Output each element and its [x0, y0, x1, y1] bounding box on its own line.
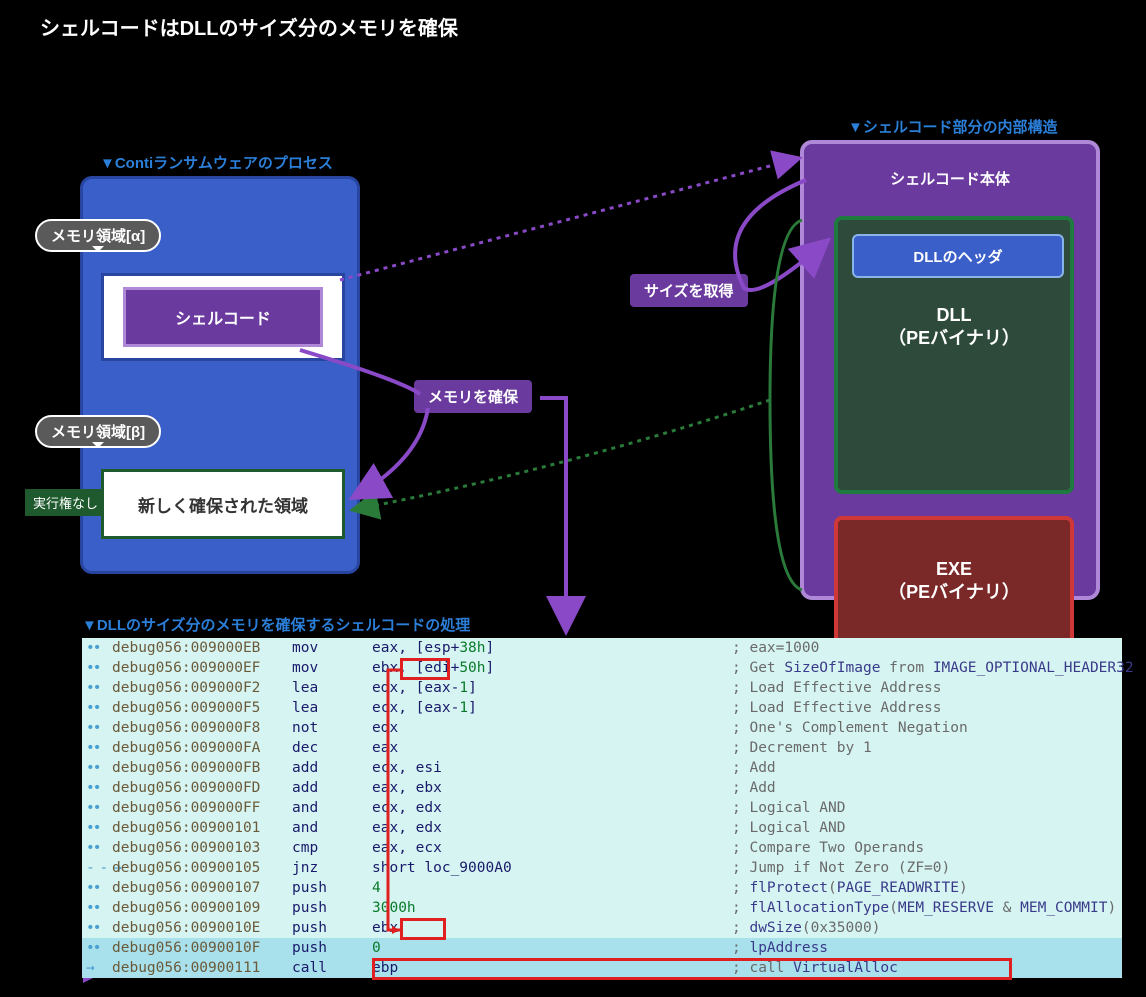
label-shellstruct: ▼シェルコード部分の内部構造: [848, 116, 1058, 137]
shell-title: シェルコード本体: [804, 168, 1096, 189]
tag-alpha: メモリ領域[α]: [35, 219, 161, 252]
callout-getsize: サイズを取得: [630, 274, 748, 307]
disasm-row: ••debug056:0090010Epushebx; dwSize(0x350…: [82, 918, 1122, 938]
disasm-row: ••debug056:009000FDaddeax, ebx; Add: [82, 778, 1122, 798]
disasm-row: ••debug056:00900107push4; flProtect(PAGE…: [82, 878, 1122, 898]
disasm-row: ••debug056:009000FAdeceax; Decrement by …: [82, 738, 1122, 758]
disasm-row: ••debug056:009000EBmoveax, [esp+38h]; ea…: [82, 638, 1122, 658]
new-region-slot: 新しく確保された領域: [101, 469, 345, 539]
disasm-row: ••debug056:009000EFmovebx, [edi+50h]; Ge…: [82, 658, 1122, 678]
disasm-row: ••debug056:009000F2leaedx, [eax-1]; Load…: [82, 678, 1122, 698]
disasm-row: ••debug056:009000FBaddecx, esi; Add: [82, 758, 1122, 778]
conti-process-box: メモリ領域[α] シェルコード メモリ領域[β] 実行権なし 新しく確保された領…: [80, 176, 360, 574]
dll-header: DLLのヘッダ: [852, 234, 1064, 278]
page-title: シェルコードはDLLのサイズ分のメモリを確保: [40, 12, 458, 41]
dll-label: DLL（PEバイナリ）: [838, 304, 1070, 351]
disasm-row: ••debug056:009000F8notedx; One's Complem…: [82, 718, 1122, 738]
disasm-row: - - →debug056:00900105jnzshort loc_9000A…: [82, 858, 1122, 878]
disasm-row: ••debug056:009000F5leaecx, [eax-1]; Load…: [82, 698, 1122, 718]
label-conti: ▼Contiランサムウェアのプロセス: [100, 152, 333, 173]
callout-alloc: メモリを確保: [414, 380, 532, 413]
disasm-row: ••debug056:00900109push3000h; flAllocati…: [82, 898, 1122, 918]
tag-noexec: 実行権なし: [25, 489, 106, 516]
disasm-row: ••debug056:00900101andeax, edx; Logical …: [82, 818, 1122, 838]
label-disasm: ▼DLLのサイズ分のメモリを確保するシェルコードの処理: [82, 614, 470, 635]
shellcode-structure-box: シェルコード本体 DLLのヘッダ DLL（PEバイナリ） EXE（PEバイナリ）: [800, 140, 1100, 600]
disasm-row: →debug056:00900111callebp; call VirtualA…: [82, 958, 1122, 978]
tag-beta: メモリ領域[β]: [35, 415, 161, 448]
shellcode-slot: シェルコード: [101, 273, 345, 361]
shellcode-inner: シェルコード: [123, 287, 323, 347]
disassembly-listing: ••debug056:009000EBmoveax, [esp+38h]; ea…: [82, 638, 1122, 978]
disasm-row: ••debug056:009000FFandecx, edx; Logical …: [82, 798, 1122, 818]
disasm-row: ••debug056:00900103cmpeax, ecx; Compare …: [82, 838, 1122, 858]
exe-box: EXE（PEバイナリ）: [834, 516, 1074, 646]
dll-box: DLLのヘッダ DLL（PEバイナリ）: [834, 216, 1074, 494]
disasm-row: ••debug056:0090010Fpush0; lpAddress: [82, 938, 1122, 958]
